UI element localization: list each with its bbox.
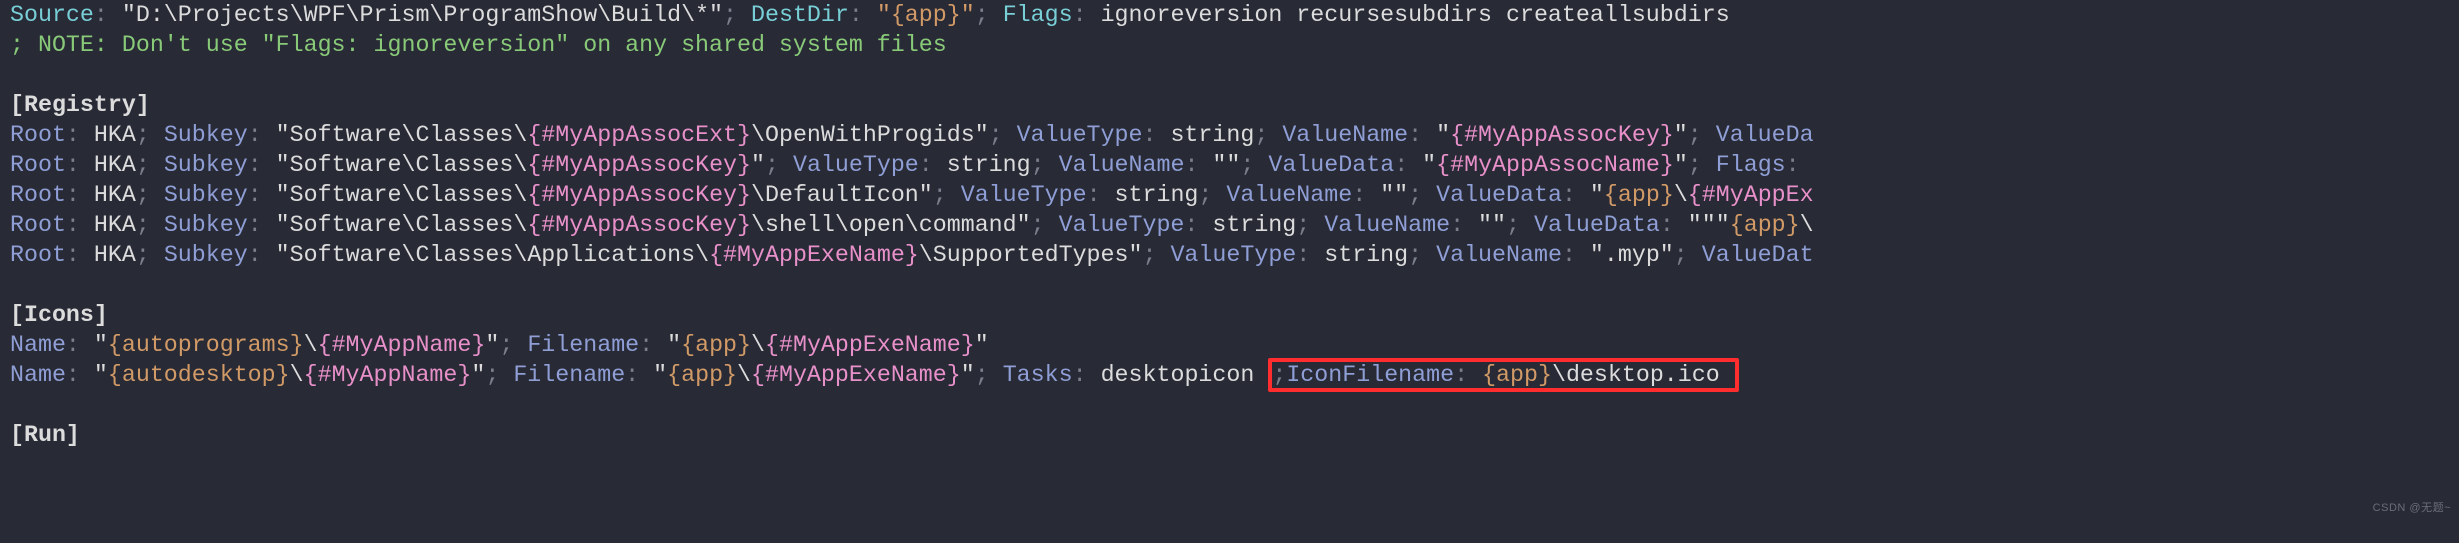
prop-valuename: ValueName (1059, 152, 1185, 178)
comment-marker: ; NOTE: (10, 32, 108, 58)
macro: {autoprograms} (108, 332, 304, 358)
macro: {#MyAppAssocKey} (527, 152, 751, 178)
section-icons: [Icons] (10, 302, 108, 328)
code-editor[interactable]: Source: "D:\Projects\WPF\Prism\ProgramSh… (0, 0, 2459, 450)
prop-valuetype: ValueType (961, 182, 1087, 208)
prop-flags: Flags (1716, 152, 1786, 178)
code-line: Root: HKA; Subkey: "Software\Classes\{#M… (10, 122, 1814, 148)
prop-root: Root (10, 212, 66, 238)
prop-subkey: Subkey (164, 242, 248, 268)
prop-valuedata-cut: ValueDa (1716, 122, 1814, 148)
code-line: Name: "{autoprograms}\{#MyAppName}"; Fil… (10, 332, 989, 358)
macro: {#MyAppAssocKey} (527, 182, 751, 208)
prop-filename: Filename (527, 332, 639, 358)
prop-name: Name (10, 332, 66, 358)
macro: {app} (667, 362, 737, 388)
flags-value: ignoreversion recursesubdirs createallsu… (1101, 2, 1730, 28)
section-run: [Run] (10, 422, 80, 448)
prop-iconfilename: IconFilename (1286, 362, 1454, 388)
macro: {autodesktop} (108, 362, 290, 388)
prop-filename: Filename (513, 362, 625, 388)
macro: {app} (1730, 212, 1800, 238)
prop-valuedata: ValueData (1534, 212, 1660, 238)
prop-flags: Flags (1003, 2, 1073, 28)
prop-subkey: Subkey (164, 182, 248, 208)
macro: {#MyAppName} (318, 332, 486, 358)
macro: {#MyAppExeName} (765, 332, 975, 358)
prop-valuename: ValueName (1324, 212, 1450, 238)
macro: {#MyAppAssocKey} (527, 212, 751, 238)
prop-valuename: ValueName (1282, 122, 1408, 148)
macro: "{app}" (877, 2, 975, 28)
prop-root: Root (10, 122, 66, 148)
prop-root: Root (10, 242, 66, 268)
prop-root: Root (10, 182, 66, 208)
prop-valuetype: ValueType (1059, 212, 1185, 238)
prop-valuedata: ValueData (1268, 152, 1394, 178)
prop-valuetype: ValueType (793, 152, 919, 178)
prop-subkey: Subkey (164, 152, 248, 178)
macro: {#MyAppExeName} (709, 242, 919, 268)
macro: {#MyAppName} (304, 362, 472, 388)
prop-tasks: Tasks (1003, 362, 1073, 388)
macro: {app} (1482, 362, 1552, 388)
code-line: Name: "{autodesktop}\{#MyAppName}"; File… (10, 358, 1739, 392)
prop-valuetype: ValueType (1017, 122, 1143, 148)
code-line: Source: "D:\Projects\WPF\Prism\ProgramSh… (10, 2, 1730, 28)
macro: {app} (1604, 182, 1674, 208)
prop-valuename: ValueName (1226, 182, 1352, 208)
macro: {#MyAppAssocExt} (527, 122, 751, 148)
code-line: Root: HKA; Subkey: "Software\Classes\{#M… (10, 212, 1814, 238)
prop-valuedata-cut: ValueDat (1702, 242, 1814, 268)
code-line: Root: HKA; Subkey: "Software\Classes\{#M… (10, 152, 1800, 178)
prop-valuedata: ValueData (1436, 182, 1562, 208)
section-registry: [Registry] (10, 92, 150, 118)
macro: {#MyAppExeName} (751, 362, 961, 388)
annotation-highlight: ;IconFilename: {app}\desktop.ico (1268, 358, 1738, 392)
code-line: Root: HKA; Subkey: "Software\Classes\{#M… (10, 182, 1814, 208)
prop-source: Source (10, 2, 94, 28)
prop-valuetype: ValueType (1170, 242, 1296, 268)
prop-root: Root (10, 152, 66, 178)
prop-subkey: Subkey (164, 122, 248, 148)
comment-line: ; NOTE: Don't use "Flags: ignoreversion"… (10, 32, 947, 58)
prop-destdir: DestDir (751, 2, 849, 28)
prop-name: Name (10, 362, 66, 388)
comment-text: Don't use "Flags: ignoreversion" on any … (108, 32, 947, 58)
prop-valuename: ValueName (1436, 242, 1562, 268)
macro: {app} (681, 332, 751, 358)
path-string: "D:\Projects\WPF\Prism\ProgramShow\Build… (122, 2, 723, 28)
watermark: CSDN @无题~ (2373, 499, 2451, 515)
macro-cut: {#MyAppEx (1688, 182, 1814, 208)
code-line: Root: HKA; Subkey: "Software\Classes\App… (10, 242, 1814, 268)
prop-subkey: Subkey (164, 212, 248, 238)
